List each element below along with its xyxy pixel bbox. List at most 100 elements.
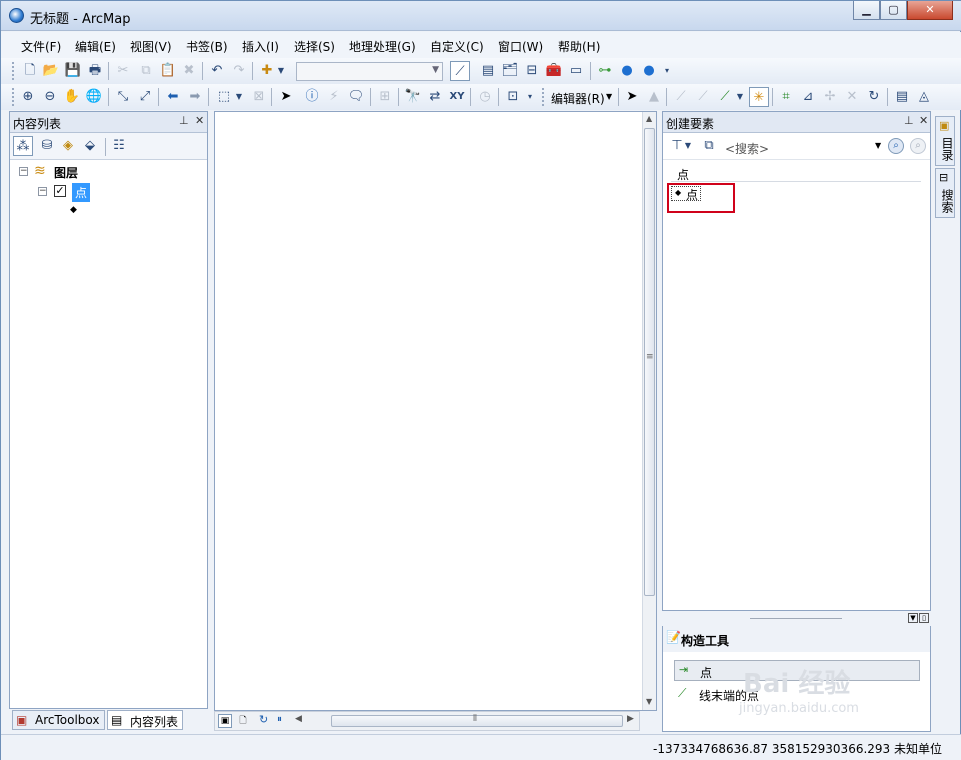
select-features-icon[interactable]: ⬚ bbox=[214, 87, 234, 107]
list-by-drawing-order-icon[interactable]: ⁂ bbox=[13, 136, 33, 156]
pan-hand-icon[interactable]: ✋ bbox=[62, 87, 82, 107]
editor-menu[interactable]: 编辑器(R) bbox=[551, 90, 605, 107]
toolbar-grip[interactable] bbox=[12, 88, 15, 106]
search-window-icon[interactable]: ⊟ bbox=[522, 61, 542, 81]
menu-geoprocessing[interactable]: 地理处理(G) bbox=[349, 38, 416, 55]
edit-vertices-icon[interactable]: ⌗ bbox=[776, 87, 796, 107]
rotate-icon[interactable]: ↻ bbox=[864, 87, 884, 107]
menu-selection[interactable]: 选择(S) bbox=[294, 38, 335, 55]
collapse-icon[interactable]: ▼ bbox=[908, 613, 918, 623]
save-icon[interactable]: 💾 bbox=[63, 61, 83, 81]
list-by-selection-icon[interactable]: ⬙ bbox=[80, 136, 100, 156]
search-chevron-down-icon[interactable]: ▼ bbox=[875, 141, 881, 150]
scroll-left-icon[interactable]: ◀ bbox=[295, 714, 302, 724]
fixed-zoom-in-icon[interactable]: ⤡ bbox=[113, 87, 133, 107]
attributes-icon[interactable]: ▤ bbox=[892, 87, 912, 107]
list-by-source-icon[interactable]: ⛁ bbox=[37, 136, 57, 156]
table-of-contents-icon[interactable]: ▤ bbox=[478, 61, 498, 81]
open-folder-icon[interactable]: 📂 bbox=[41, 61, 61, 81]
time-slider-icon[interactable]: ◷ bbox=[475, 87, 495, 107]
end-point-arc-icon[interactable]: ⟋ bbox=[693, 87, 713, 107]
paste-icon[interactable]: 📋 bbox=[158, 61, 178, 81]
sketch-properties-icon[interactable]: ◬ bbox=[914, 87, 934, 107]
edit-annotation-icon[interactable]: ▲ bbox=[644, 87, 664, 107]
trace-icon[interactable]: ⟋ bbox=[715, 87, 735, 107]
print-icon[interactable]: 🖶 bbox=[85, 61, 105, 81]
add-data-icon[interactable]: ✚ bbox=[257, 61, 277, 81]
maximize-button[interactable]: ▢ bbox=[880, 1, 907, 20]
tab-search[interactable]: ⊟ 搜索 bbox=[935, 168, 955, 218]
menu-customize[interactable]: 自定义(C) bbox=[430, 38, 484, 55]
select-dropdown-icon[interactable]: ▼ bbox=[233, 87, 245, 107]
redo-icon[interactable]: ↷ bbox=[229, 61, 249, 81]
segment-dropdown-icon[interactable]: ▼ bbox=[735, 87, 745, 107]
panel-splitter[interactable]: ▼ ▯ bbox=[662, 611, 931, 626]
delete-icon[interactable]: ✖ bbox=[179, 61, 199, 81]
collapse-layer-icon[interactable]: − bbox=[38, 187, 47, 196]
layout-view-icon[interactable]: 🗋 bbox=[236, 714, 250, 728]
list-by-visibility-icon[interactable]: ◈ bbox=[58, 136, 78, 156]
point-tool-icon[interactable]: ✳ bbox=[749, 87, 769, 107]
clear-selection-icon[interactable]: ⊠ bbox=[249, 87, 269, 107]
map-display[interactable]: ▲ ≡ ▼ bbox=[214, 111, 657, 711]
modelbuilder-icon[interactable]: ⊶ bbox=[595, 61, 615, 81]
tab-arctoolbox[interactable]: ▣ ArcToolbox bbox=[12, 710, 105, 730]
catalog-window-icon[interactable]: 🗂 bbox=[500, 61, 520, 81]
measure-icon[interactable]: ⊞ bbox=[375, 87, 395, 107]
full-extent-globe-icon[interactable]: 🌐 bbox=[84, 87, 104, 107]
menu-file[interactable]: 文件(F) bbox=[21, 38, 61, 55]
map-hscroll-thumb[interactable] bbox=[331, 715, 623, 727]
editor-toolbar-icon[interactable]: ⟋ bbox=[450, 61, 470, 81]
toc-close-icon[interactable]: ✕ bbox=[195, 114, 204, 127]
menu-insert[interactable]: 插入(I) bbox=[242, 38, 279, 55]
menu-edit[interactable]: 编辑(E) bbox=[75, 38, 116, 55]
cut-polygons-icon[interactable]: ✢ bbox=[820, 87, 840, 107]
pin-icon[interactable]: ⊥ bbox=[179, 114, 189, 127]
create-features-close-icon[interactable]: ✕ bbox=[919, 114, 928, 127]
toolbar-options-icon[interactable]: ▾ bbox=[661, 61, 673, 81]
tab-table-of-contents[interactable]: ▤ 内容列表 bbox=[107, 710, 183, 730]
organize-feature-templates-icon[interactable]: ⧉ bbox=[699, 136, 719, 156]
data-view-icon[interactable]: ▣ bbox=[218, 714, 232, 728]
create-viewer-window-icon[interactable]: ⊡ bbox=[503, 87, 523, 107]
arcgis-online-icon-2[interactable]: ● bbox=[639, 61, 659, 81]
reshape-feature-icon[interactable]: ⊿ bbox=[798, 87, 818, 107]
toc-layer-point[interactable]: 点 bbox=[72, 183, 91, 202]
split-icon[interactable]: ✕ bbox=[842, 87, 862, 107]
editor-toolbar-grip[interactable] bbox=[542, 88, 545, 106]
editor-chevron-down-icon[interactable]: ▼ bbox=[606, 92, 612, 101]
edit-tool-arrow-icon[interactable]: ➤ bbox=[622, 87, 642, 107]
scroll-up-icon[interactable]: ▲ bbox=[646, 114, 652, 123]
find-route-icon[interactable]: ⇄ bbox=[425, 87, 445, 107]
scroll-down-icon[interactable]: ▼ bbox=[646, 697, 652, 706]
toc-root-layers[interactable]: 图层 bbox=[54, 164, 78, 181]
toolbar-grip[interactable] bbox=[12, 62, 15, 80]
zoom-out-icon[interactable]: ⊖ bbox=[40, 87, 60, 107]
refresh-icon[interactable]: ↻ bbox=[259, 713, 268, 726]
search-icon[interactable]: ⌕ bbox=[888, 138, 904, 154]
pause-drawing-icon[interactable]: ⏸ bbox=[277, 714, 282, 725]
select-elements-arrow-icon[interactable]: ➤ bbox=[276, 87, 296, 107]
menu-windows[interactable]: 窗口(W) bbox=[498, 38, 543, 55]
pin-icon[interactable]: ⊥ bbox=[904, 114, 914, 127]
add-data-dropdown-icon[interactable]: ▼ bbox=[275, 61, 287, 81]
straight-segment-icon[interactable]: ⟋ bbox=[671, 87, 691, 107]
layer-visibility-checkbox[interactable]: ✓ bbox=[54, 185, 66, 197]
menu-bookmarks[interactable]: 书签(B) bbox=[186, 38, 228, 55]
tab-catalog[interactable]: ▣ 目录 bbox=[935, 116, 955, 166]
hyperlink-icon[interactable]: ⚡ bbox=[324, 87, 344, 107]
go-to-xy-icon[interactable]: XY bbox=[447, 87, 467, 107]
python-window-icon[interactable]: ▭ bbox=[566, 61, 586, 81]
go-back-arrow-icon[interactable]: ⬅ bbox=[163, 87, 183, 107]
arctoolbox-icon[interactable]: 🧰 bbox=[544, 61, 564, 81]
new-document-icon[interactable]: 🗋 bbox=[20, 61, 40, 81]
identify-icon[interactable]: ⓘ bbox=[302, 87, 322, 107]
toc-options-icon[interactable]: ☷ bbox=[109, 136, 129, 156]
filter-dropdown-icon[interactable]: ▼ bbox=[683, 136, 693, 156]
collapse-layers-icon[interactable]: − bbox=[19, 167, 28, 176]
minimize-button[interactable]: ▁ bbox=[853, 1, 880, 20]
cut-icon[interactable]: ✂ bbox=[113, 61, 133, 81]
find-binoculars-icon[interactable]: 🔭 bbox=[403, 87, 423, 107]
html-popup-icon[interactable]: 🗨 bbox=[346, 87, 366, 107]
arcgis-online-icon[interactable]: ● bbox=[617, 61, 637, 81]
